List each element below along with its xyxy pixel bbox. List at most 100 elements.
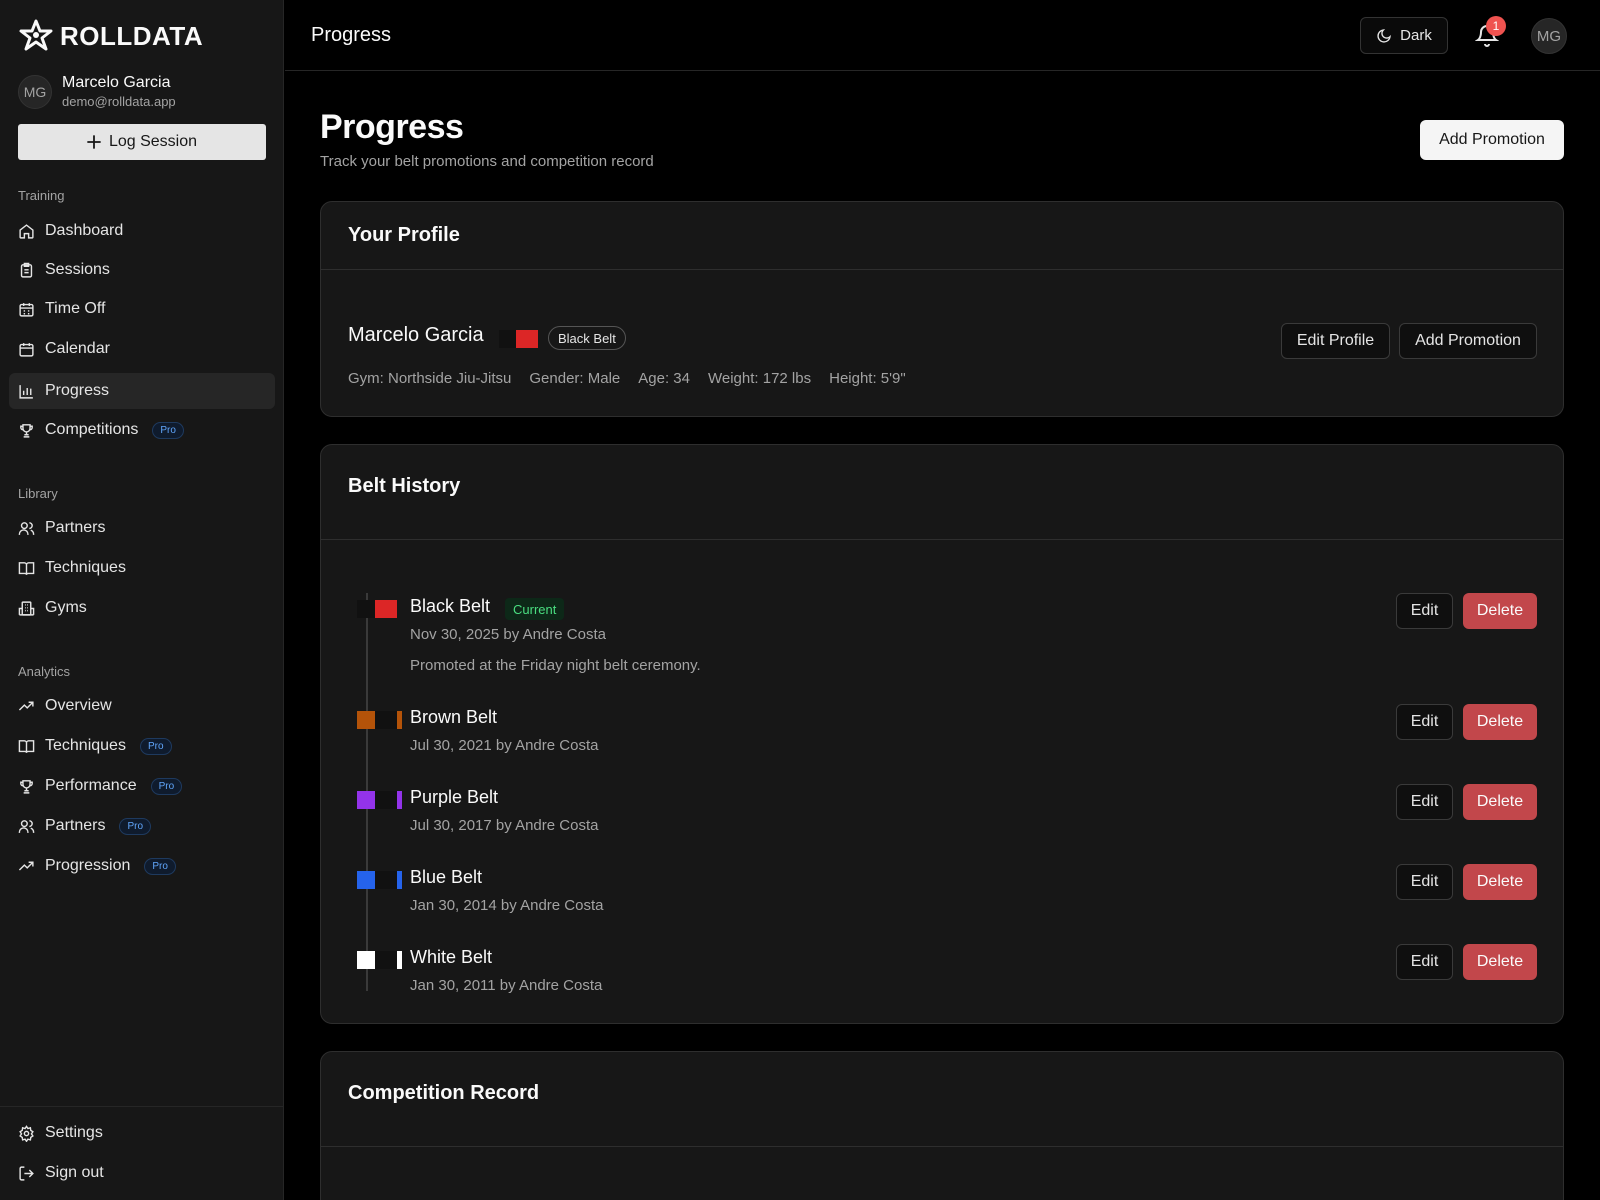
delete-belt-button[interactable]: Delete (1463, 944, 1537, 980)
delete-belt-button[interactable]: Delete (1463, 704, 1537, 740)
trophy-icon (20, 423, 33, 438)
notification-badge: 1 (1486, 16, 1506, 36)
sidebar-item-progress[interactable]: Progress (9, 373, 275, 409)
theme-toggle-button[interactable]: Dark (1360, 17, 1448, 54)
plus-icon (87, 135, 101, 149)
white-belt-icon (357, 951, 402, 969)
delete-belt-button[interactable]: Delete (1463, 784, 1537, 820)
sidebar-item-label: Competitions (45, 421, 139, 438)
edit-belt-button[interactable]: Edit (1396, 784, 1453, 820)
sidebar-item-label: Sessions (45, 261, 110, 278)
app-name: ROLLDATA (60, 20, 204, 51)
sidebar-item-label: Gyms (45, 599, 87, 616)
sidebar-item-performance[interactable]: Performance Pro (9, 768, 275, 804)
sidebar-item-label: Progression (45, 857, 131, 874)
sidebar-item-label: Time Off (45, 300, 106, 317)
edit-belt-button[interactable]: Edit (1396, 704, 1453, 740)
calendar-icon (19, 342, 34, 357)
card-header: Competition Record (321, 1052, 1563, 1147)
moon-icon (1377, 28, 1392, 43)
black-belt-icon (357, 600, 397, 618)
sidebar-item-label: Overview (45, 697, 112, 714)
sidebar-item-gyms[interactable]: Gyms (9, 590, 275, 626)
profile-gender: Gender: Male (529, 370, 621, 387)
users-icon (18, 819, 35, 833)
current-badge: Current (505, 598, 565, 620)
pro-badge: Pro (119, 817, 152, 835)
users-icon (18, 521, 35, 535)
sidebar-item-label: Partners (45, 817, 106, 834)
sidebar: ROLLDATA MG Marcelo Garcia demo@rolldata… (0, 0, 284, 1200)
delete-belt-button[interactable]: Delete (1463, 864, 1537, 900)
sidebar-item-partners[interactable]: Partners (9, 510, 275, 546)
pro-badge: Pro (150, 777, 183, 795)
profile-name: Marcelo Garcia (348, 324, 484, 346)
belt-badge: Black Belt (548, 326, 626, 350)
card-header: Your Profile (321, 202, 1563, 270)
sidebar-item-settings[interactable]: Settings (9, 1115, 275, 1151)
sidebar-item-label: Progress (45, 382, 110, 399)
sidebar-item-label: Calendar (45, 340, 110, 357)
logo-icon (19, 19, 53, 51)
belt-name: Purple Belt (410, 787, 499, 807)
sign-out-icon (19, 1165, 34, 1181)
topbar-title: Progress (311, 24, 392, 46)
log-session-label: Log Session (108, 133, 198, 150)
belt-date: Jan 30, 2014 by Andre Costa (410, 897, 604, 914)
add-promotion-button[interactable]: Add Promotion (1420, 120, 1564, 160)
sidebar-item-label: Techniques (45, 559, 126, 576)
sidebar-item-overview[interactable]: Overview (9, 688, 275, 724)
sidebar-item-competitions[interactable]: Competitions Pro (9, 412, 275, 448)
belt-name: Blue Belt (410, 867, 483, 887)
page-subtitle: Track your belt promotions and competiti… (320, 153, 654, 170)
trophy-icon (20, 779, 33, 794)
edit-belt-button[interactable]: Edit (1396, 593, 1453, 629)
belt-history-card: Belt History Black Belt Current Nov 30, … (320, 444, 1564, 1024)
sidebar-item-calendar[interactable]: Calendar (9, 331, 275, 367)
user-profile[interactable]: MG Marcelo Garcia demo@rolldata.app (18, 74, 176, 109)
sidebar-item-techniques[interactable]: Techniques (9, 550, 275, 586)
gear-icon (19, 1124, 34, 1142)
belt-date: Jul 30, 2021 by Andre Costa (410, 737, 599, 754)
sidebar-item-time-off[interactable]: Time Off (9, 291, 275, 327)
edit-belt-button[interactable]: Edit (1396, 944, 1453, 980)
belt-date: Nov 30, 2025 by Andre Costa (410, 626, 606, 643)
sidebar-item-sessions[interactable]: Sessions (9, 252, 275, 288)
calendar-grid-icon (19, 302, 34, 317)
pro-badge: Pro (144, 857, 176, 875)
home-icon (19, 223, 34, 239)
belt-name: White Belt (410, 947, 493, 967)
page-title: Progress (320, 108, 464, 146)
sidebar-item-dashboard[interactable]: Dashboard (9, 213, 275, 249)
trending-icon (18, 701, 34, 711)
sidebar-item-label: Performance (45, 777, 137, 794)
app-logo[interactable]: ROLLDATA (18, 18, 203, 54)
sidebar-item-label: Techniques (45, 737, 126, 754)
delete-belt-button[interactable]: Delete (1463, 593, 1537, 629)
profile-add-promotion-button[interactable]: Add Promotion (1399, 323, 1537, 359)
belt-name: Black Belt (410, 596, 491, 616)
theme-toggle-label: Dark (1400, 27, 1432, 44)
avatar[interactable]: MG (1531, 18, 1567, 54)
card-title: Your Profile (348, 224, 460, 246)
section-label-analytics: Analytics (18, 664, 71, 679)
edit-belt-button[interactable]: Edit (1396, 864, 1453, 900)
sidebar-item-label: Sign out (45, 1164, 104, 1181)
book-icon (18, 561, 35, 575)
sidebar-item-progression[interactable]: Progression Pro (9, 848, 275, 884)
competition-record-card: Competition Record (320, 1051, 1564, 1200)
edit-profile-button[interactable]: Edit Profile (1281, 323, 1390, 359)
card-header: Belt History (321, 445, 1563, 540)
user-email: demo@rolldata.app (62, 94, 176, 109)
belt-date: Jul 30, 2017 by Andre Costa (410, 817, 599, 834)
sidebar-item-analytics-techniques[interactable]: Techniques Pro (9, 728, 275, 764)
belt-note: Promoted at the Friday night belt ceremo… (410, 657, 701, 674)
profile-height: Height: 5'9" (829, 370, 906, 387)
sidebar-item-analytics-partners[interactable]: Partners Pro (9, 808, 275, 844)
building-icon (18, 600, 35, 616)
profile-age: Age: 34 (638, 370, 690, 387)
belt-date: Jan 30, 2011 by Andre Costa (410, 977, 603, 994)
sidebar-item-sign-out[interactable]: Sign out (9, 1155, 275, 1191)
log-session-button[interactable]: Log Session (18, 124, 266, 160)
clipboard-icon (20, 262, 33, 278)
